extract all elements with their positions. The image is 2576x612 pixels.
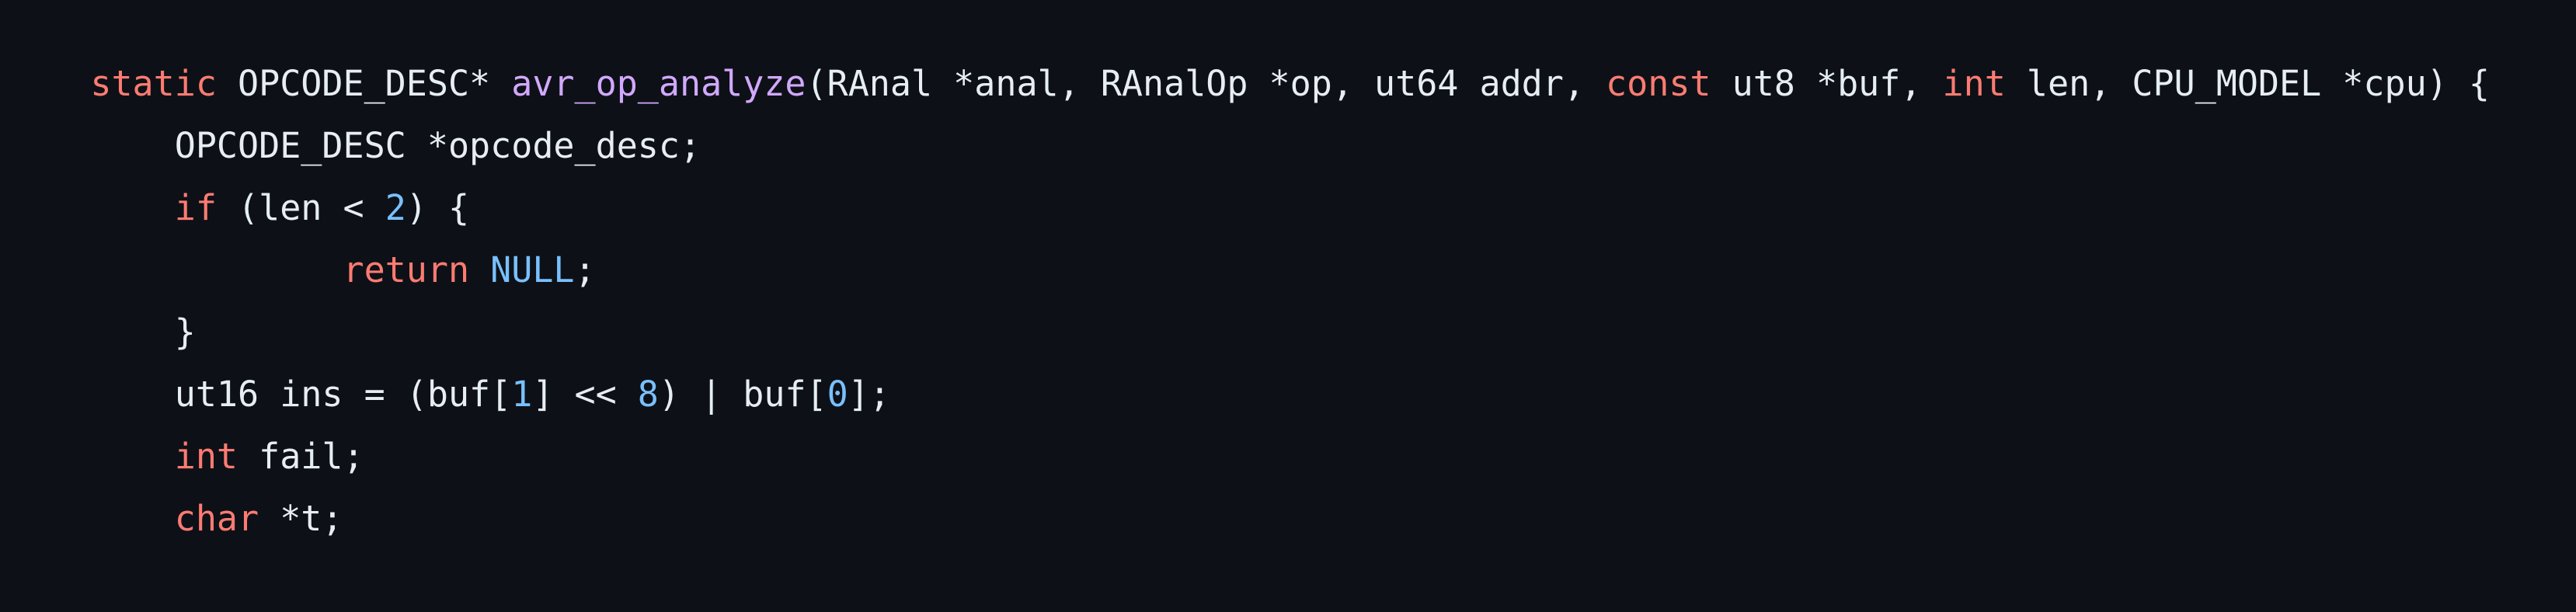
code-token: const <box>1606 63 1711 104</box>
code-token: ut8 *buf, <box>1711 63 1943 104</box>
code-token: int <box>1942 63 2006 104</box>
code-token: *t; <box>259 498 343 539</box>
code-line-7: int fail; <box>6 363 364 477</box>
code-editor: static OPCODE_DESC* avr_op_analyze(RAnal… <box>0 0 2576 539</box>
code-token: (RAnal *anal, RAnalOp *op, ut64 addr, <box>806 63 1607 104</box>
code-token: ; <box>574 249 596 290</box>
code-token: return <box>343 249 470 290</box>
code-token: 1 <box>511 374 533 415</box>
code-token: ] << <box>532 374 638 415</box>
code-token: 8 <box>637 374 659 415</box>
code-token: 0 <box>827 374 848 415</box>
code-line-8: char *t; <box>6 426 343 539</box>
code-line-4: return NULL; <box>6 177 595 290</box>
code-token: ) | buf[ <box>658 374 827 415</box>
code-line-6: ut16 ins = (buf[1] << 8) | buf[0]; <box>6 301 890 415</box>
code-line-1: static OPCODE_DESC* avr_op_analyze(RAnal… <box>6 0 2490 104</box>
code-token: len, CPU_MODEL *cpu) { <box>2005 63 2490 104</box>
code-token: ]; <box>848 374 890 415</box>
code-token: char <box>174 498 259 539</box>
code-line-3: if (len < 2) { <box>6 115 469 228</box>
code-line-2: OPCODE_DESC *opcode_desc; <box>6 53 701 166</box>
code-line-5: } <box>6 239 196 353</box>
code-token: NULL <box>490 249 575 290</box>
